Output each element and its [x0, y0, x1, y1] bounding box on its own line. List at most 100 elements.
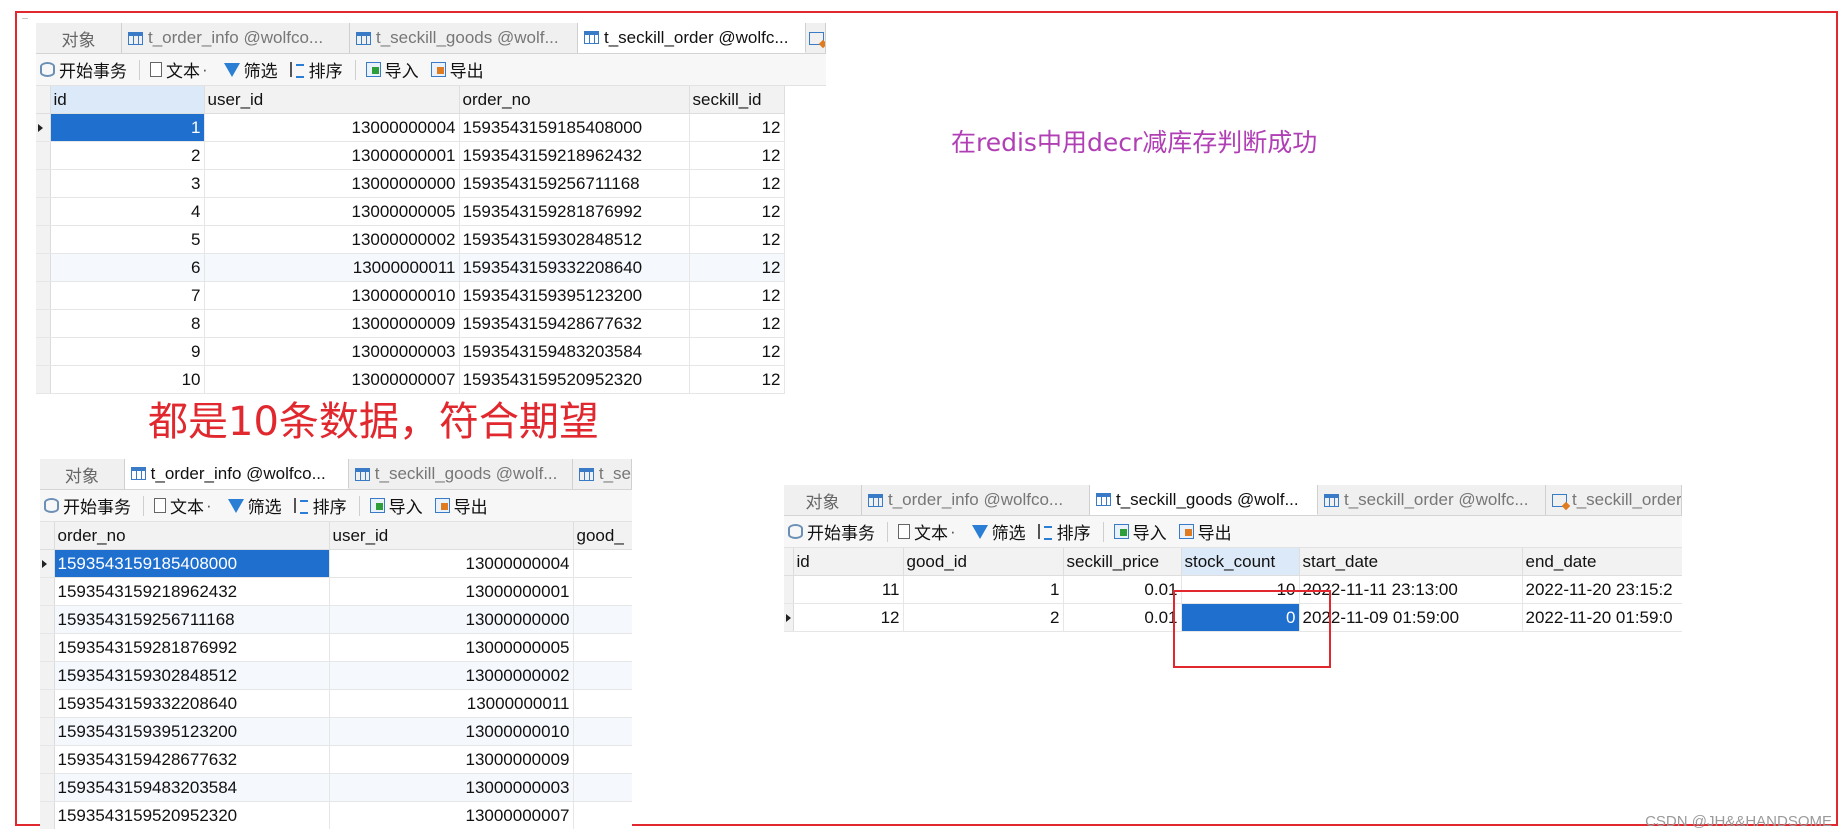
cell-end-date[interactable]: 2022-11-20 01:59:0 [1522, 603, 1682, 632]
cell-id[interactable]: 12 [793, 603, 904, 632]
cell-user-id[interactable]: 13000000001 [329, 577, 574, 606]
cell-seckill-id[interactable]: 12 [689, 365, 785, 394]
cell-good-id[interactable] [573, 717, 632, 746]
tab-query[interactable] [806, 23, 826, 53]
cell-user-id[interactable]: 13000000000 [329, 605, 574, 634]
cell-user-id[interactable]: 13000000002 [204, 225, 460, 254]
tab-t-seckill-order[interactable]: t_se [573, 459, 632, 489]
cell-good-id[interactable] [573, 577, 632, 606]
cell-end-date[interactable]: 2022-11-20 23:15:2 [1522, 575, 1682, 604]
cell-user-id[interactable]: 13000000011 [329, 689, 574, 718]
filter-button[interactable]: 筛选 [227, 493, 282, 518]
cell-seckill-id[interactable]: 12 [689, 309, 785, 338]
cell-good-id[interactable] [573, 745, 632, 774]
table-row[interactable]: 1593543159218962432 13000000001 [40, 577, 632, 606]
export-button[interactable]: 导出 [1178, 519, 1232, 544]
cell-order-no[interactable]: 1593543159281876992 [459, 197, 690, 226]
tab-t-seckill-goods[interactable]: t_seckill_goods @wolf... [349, 459, 573, 489]
cell-id[interactable]: 4 [50, 197, 205, 226]
column-header-id[interactable]: id [793, 548, 904, 576]
tab-objects[interactable]: 对象 [36, 23, 122, 53]
cell-user-id[interactable]: 13000000004 [329, 549, 574, 578]
cell-start-date[interactable]: 2022-11-11 23:13:00 [1299, 575, 1523, 604]
cell-user-id[interactable]: 13000000009 [329, 745, 574, 774]
cell-seckill-id[interactable]: 12 [689, 337, 785, 366]
text-button[interactable]: 文本 · [898, 519, 960, 544]
cell-order-no[interactable]: 1593543159218962432 [54, 577, 330, 606]
cell-id[interactable]: 6 [50, 253, 205, 282]
cell-order-no[interactable]: 1593543159185408000 [459, 113, 690, 142]
cell-user-id[interactable]: 13000000011 [204, 253, 460, 282]
cell-seckill-id[interactable]: 12 [689, 169, 785, 198]
cell-seckill-id[interactable]: 12 [689, 281, 785, 310]
table-row[interactable]: 6 13000000011 1593543159332208640 12 [36, 253, 785, 282]
row-indicator[interactable] [40, 605, 55, 634]
cell-user-id[interactable]: 13000000000 [204, 169, 460, 198]
column-header-order-no[interactable]: order_no [459, 86, 690, 114]
tab-t-order-info[interactable]: t_order_info @wolfco... [122, 23, 350, 53]
column-header-user-id[interactable]: user_id [204, 86, 460, 114]
cell-user-id[interactable]: 13000000002 [329, 661, 574, 690]
cell-id[interactable]: 8 [50, 309, 205, 338]
cell-seckill-id[interactable]: 12 [689, 253, 785, 282]
cell-seckill-price[interactable]: 0.01 [1063, 575, 1182, 604]
column-header-seckill-price[interactable]: seckill_price [1063, 548, 1182, 576]
sort-button[interactable]: 排序 [293, 493, 347, 518]
cell-id[interactable]: 5 [50, 225, 205, 254]
filter-button[interactable]: 筛选 [223, 57, 278, 82]
row-indicator[interactable] [40, 773, 55, 802]
cell-order-no[interactable]: 1593543159483203584 [54, 773, 330, 802]
row-indicator[interactable] [36, 365, 51, 394]
begin-transaction-button[interactable]: 开始事务 [40, 57, 127, 82]
import-button[interactable]: 导入 [369, 493, 423, 518]
cell-seckill-id[interactable]: 12 [689, 225, 785, 254]
cell-user-id[interactable]: 13000000010 [329, 717, 574, 746]
table-row[interactable]: 3 13000000000 1593543159256711168 12 [36, 169, 785, 198]
table-row[interactable]: 1593543159281876992 13000000005 [40, 633, 632, 662]
table-row[interactable]: 5 13000000002 1593543159302848512 12 [36, 225, 785, 254]
cell-good-id[interactable]: 1 [903, 575, 1064, 604]
row-indicator[interactable] [40, 577, 55, 606]
cell-good-id[interactable] [573, 689, 632, 718]
cell-good-id[interactable]: 2 [903, 603, 1064, 632]
row-indicator[interactable] [40, 633, 55, 662]
row-indicator[interactable] [36, 141, 51, 170]
cell-user-id[interactable]: 13000000009 [204, 309, 460, 338]
table-row[interactable]: 1593543159185408000 13000000004 [40, 549, 632, 578]
cell-order-no[interactable]: 1593543159218962432 [459, 141, 690, 170]
column-header-stock-count[interactable]: stock_count [1181, 548, 1300, 576]
cell-order-no[interactable]: 1593543159395123200 [54, 717, 330, 746]
cell-id[interactable]: 2 [50, 141, 205, 170]
text-button[interactable]: 文本 · [150, 57, 212, 82]
cell-order-no[interactable]: 1593543159332208640 [459, 253, 690, 282]
cell-good-id[interactable] [573, 661, 632, 690]
table-row[interactable]: 1593543159483203584 13000000003 [40, 773, 632, 802]
cell-start-date[interactable]: 2022-11-09 01:59:00 [1299, 603, 1523, 632]
column-header-user-id[interactable]: user_id [329, 522, 574, 550]
tab-t-seckill-goods[interactable]: t_seckill_goods @wolf... [1090, 485, 1318, 515]
row-indicator[interactable] [40, 689, 55, 718]
column-header-start-date[interactable]: start_date [1299, 548, 1523, 576]
cell-order-no[interactable]: 1593543159256711168 [54, 605, 330, 634]
cell-order-no[interactable]: 1593543159395123200 [459, 281, 690, 310]
export-button[interactable]: 导出 [434, 493, 488, 518]
cell-id[interactable]: 9 [50, 337, 205, 366]
row-indicator[interactable] [36, 197, 51, 226]
cell-order-no[interactable]: 1593543159428677632 [459, 309, 690, 338]
column-header-good-id[interactable]: good_ [573, 522, 632, 550]
tab-t-seckill-order[interactable]: t_seckill_order @wolfc... [1318, 485, 1546, 515]
cell-good-id[interactable] [573, 605, 632, 634]
cell-order-no[interactable]: 1593543159302848512 [54, 661, 330, 690]
table-row[interactable]: 1593543159256711168 13000000000 [40, 605, 632, 634]
column-header-good-id[interactable]: good_id [903, 548, 1064, 576]
column-header-seckill-id[interactable]: seckill_id [689, 86, 785, 114]
cell-order-no[interactable]: 1593543159520952320 [54, 801, 330, 829]
cell-seckill-id[interactable]: 12 [689, 113, 785, 142]
import-button[interactable]: 导入 [365, 57, 419, 82]
table-row[interactable]: 1593543159332208640 13000000011 [40, 689, 632, 718]
column-header-end-date[interactable]: end_date [1522, 548, 1682, 576]
cell-order-no[interactable]: 1593543159428677632 [54, 745, 330, 774]
cell-user-id[interactable]: 13000000010 [204, 281, 460, 310]
column-header-order-no[interactable]: order_no [54, 522, 330, 550]
row-indicator[interactable] [784, 575, 794, 604]
